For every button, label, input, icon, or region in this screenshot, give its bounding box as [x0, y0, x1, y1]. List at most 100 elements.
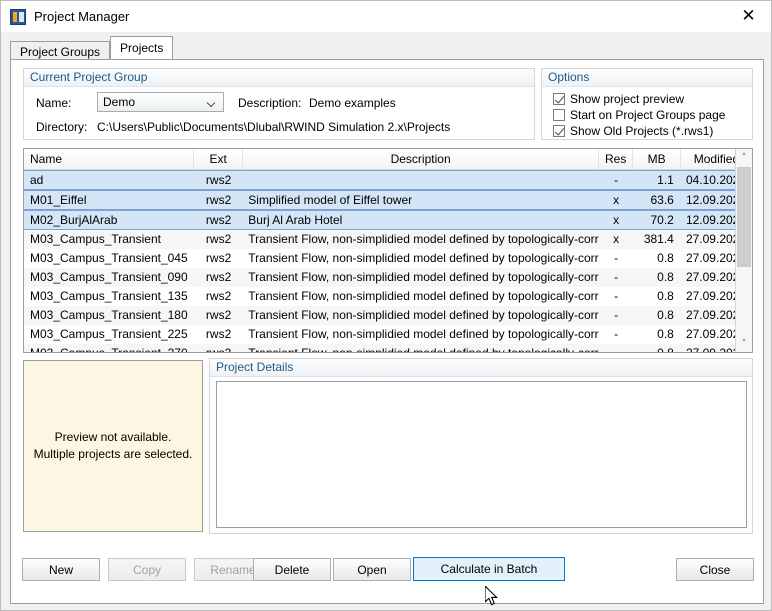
cell-desc [243, 171, 599, 189]
table-row[interactable]: M03_Campus_Transient_225 rws2 Transient Fl… [24, 325, 752, 344]
cell-res: x [613, 193, 620, 207]
cell-mb: 63.6 [650, 193, 674, 207]
table-row[interactable]: M03_Campus_Transient_090 rws2 Transient Fl… [24, 268, 752, 287]
checkbox-label: Start on Project Groups page [570, 108, 726, 122]
directory-value: C:\Users\Public\Documents\Dlubal\RWIND S… [97, 120, 451, 134]
cell-res: - [614, 289, 619, 303]
window-title: Project Manager [34, 9, 130, 24]
checkbox-icon [553, 109, 565, 121]
project-group-name-value: Demo [103, 95, 136, 109]
checkbox-show-old-projects[interactable]: Show Old Projects (*.rws1) [553, 124, 713, 138]
new-button[interactable]: New [22, 558, 100, 581]
preview-line-2: Multiple projects are selected. [33, 447, 193, 461]
cell-ext: rws2 [205, 327, 232, 341]
cell-mb: 70.2 [650, 213, 674, 227]
tab-project-groups[interactable]: Project Groups [10, 41, 111, 61]
cell-mb: 1.1 [657, 173, 674, 187]
checkbox-label: Show Old Projects (*.rws1) [570, 124, 714, 138]
current-project-group-legend: Current Project Group [24, 69, 534, 87]
column-header-ext[interactable]: Ext [194, 149, 244, 169]
table-row[interactable]: ad rws2-1.1 04.10.2021 [24, 170, 752, 190]
cell-res: - [614, 173, 619, 187]
project-manager-window: Project Manager ✕ Project Groups Project… [0, 0, 772, 611]
cell-mb: 0.8 [657, 289, 674, 303]
tab-projects[interactable]: Projects [110, 36, 174, 59]
close-button[interactable]: Close [676, 558, 754, 581]
options-legend: Options [542, 69, 752, 87]
cell-name: M03_Campus_Transient_045 [30, 251, 188, 265]
chevron-down-icon [208, 99, 216, 107]
table-row[interactable]: M03_Campus_Transient_135 rws2 Transient Fl… [24, 287, 752, 306]
open-button[interactable]: Open [333, 558, 411, 581]
cell-mb: 0.8 [657, 270, 674, 284]
cell-mb: 0.8 [657, 251, 674, 265]
cell-name: M03_Campus_Transient_270 [30, 346, 188, 353]
description-label: Description: [238, 96, 302, 110]
scrollbar-thumb[interactable] [737, 167, 751, 267]
cell-desc: Transient Flow, non-simplidied model def… [248, 346, 599, 353]
cell-ext: rws2 [205, 213, 232, 227]
column-header-name[interactable]: Name [24, 149, 194, 169]
cell-desc: Transient Flow, non-simplidied model def… [248, 327, 599, 341]
cell-res: - [614, 346, 619, 353]
cell-name: M03_Campus_Transient_180 [30, 308, 188, 322]
cell-mb: 0.8 [657, 327, 674, 341]
scroll-up-icon[interactable]: ˄ [736, 149, 752, 166]
cell-desc: Transient Flow, non-simplidied model def… [248, 251, 599, 265]
name-label: Name: [36, 96, 72, 110]
project-list-header: Name Ext Description Res MB Modified [24, 149, 752, 170]
cell-desc: Transient Flow, non-simplidied model def… [248, 270, 599, 284]
table-row[interactable]: M03_Campus_Transient_045 rws2 Transient Fl… [24, 249, 752, 268]
cell-res: - [614, 251, 619, 265]
column-header-res[interactable]: Res [599, 149, 634, 169]
table-row[interactable]: M03_Campus_Transient_180 rws2 Transient Fl… [24, 306, 752, 325]
cell-res: x [613, 213, 620, 227]
table-row[interactable]: M03_Campus_Transient rws2 Transient Flow, … [24, 230, 752, 249]
calculate-in-batch-button[interactable]: Calculate in Batch [413, 557, 565, 581]
cell-name: M02_BurjAlArab [30, 213, 118, 227]
cell-desc: Transient Flow, non-simplidied model def… [248, 289, 599, 303]
cell-desc: Simplified model of Eiffel tower [248, 193, 413, 207]
column-header-description[interactable]: Description [243, 149, 599, 169]
cell-res: - [614, 270, 619, 284]
delete-button[interactable]: Delete [253, 558, 331, 581]
cell-name: ad [30, 173, 44, 187]
current-project-group-panel: Current Project Group Name: Demo Descrip… [23, 68, 535, 140]
tab-strip: Project Groups Projects [10, 36, 771, 61]
directory-label: Directory: [36, 120, 88, 134]
cell-name: M01_Eiffel [30, 193, 87, 207]
cell-ext: rws2 [205, 289, 232, 303]
checkbox-start-on-project-groups-page[interactable]: Start on Project Groups page [553, 108, 725, 122]
project-list-scrollbar[interactable]: ˄ ˅ [735, 149, 752, 352]
cell-res: - [614, 327, 619, 341]
cell-ext: rws2 [205, 346, 232, 353]
project-list-body[interactable]: ad rws2-1.1 04.10.2021 M01_Eiffel rws2 Simpli… [24, 170, 752, 353]
cell-name: M03_Campus_Transient_090 [30, 270, 188, 284]
cell-ext: rws2 [205, 270, 232, 284]
cell-name: M03_Campus_Transient_225 [30, 327, 188, 341]
column-header-mb[interactable]: MB [633, 149, 681, 169]
cell-name: M03_Campus_Transient [30, 232, 161, 246]
project-details-textbox[interactable] [216, 381, 747, 528]
project-group-name-combobox[interactable]: Demo [97, 92, 224, 112]
project-details-legend: Project Details [210, 359, 752, 377]
title-bar: Project Manager ✕ [1, 1, 771, 32]
description-value: Demo examples [309, 96, 396, 110]
cell-ext: rws2 [205, 193, 232, 207]
checkbox-show-project-preview[interactable]: Show project preview [553, 92, 684, 106]
preview-panel: Preview not available. Multiple projects… [23, 360, 203, 532]
table-row[interactable]: M02_BurjAlArab rws2 Burj Al Arab Hotel x 70.… [24, 210, 752, 230]
scroll-down-icon[interactable]: ˅ [736, 335, 752, 352]
copy-button: Copy [108, 558, 186, 581]
cell-ext: rws2 [205, 173, 232, 187]
cell-ext: rws2 [205, 232, 232, 246]
cell-res: - [614, 308, 619, 322]
project-list[interactable]: Name Ext Description Res MB Modified ad r… [23, 148, 753, 353]
cell-mb: 0.8 [657, 346, 674, 353]
table-row[interactable]: M01_Eiffel rws2 Simplified model of Eiffel… [24, 190, 752, 210]
project-manager-icon [10, 8, 26, 25]
cell-desc: Burj Al Arab Hotel [248, 213, 343, 227]
table-row[interactable]: M03_Campus_Transient_270 rws2 Transient Fl… [24, 344, 752, 353]
close-icon[interactable]: ✕ [726, 1, 771, 31]
cell-name: M03_Campus_Transient_135 [30, 289, 188, 303]
